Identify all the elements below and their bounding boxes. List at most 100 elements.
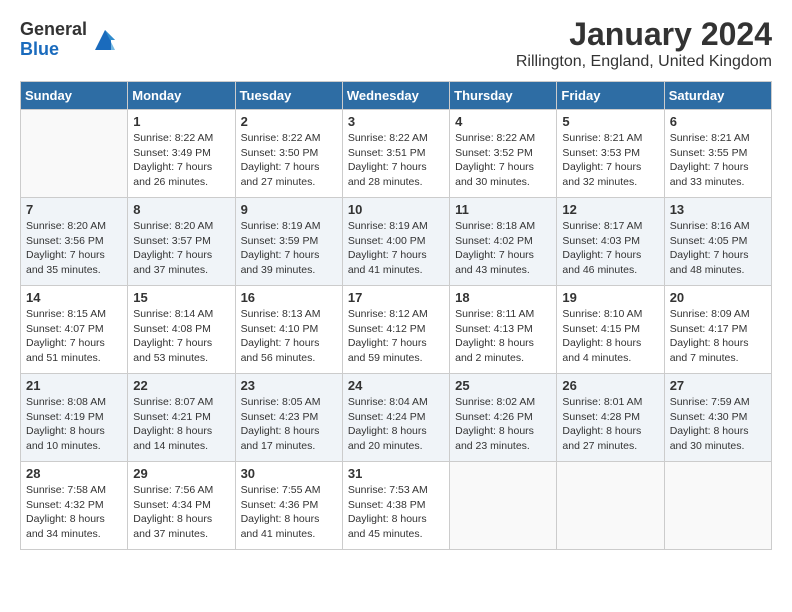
calendar-cell: 16 Sunrise: 8:13 AM Sunset: 4:10 PM Dayli… [235,286,342,374]
calendar-cell: 5Sunrise: 8:21 AM Sunset: 3:53 PM Daylig… [557,110,664,198]
calendar-cell: 31Sunrise: 7:53 AM Sunset: 4:38 PM Dayli… [342,462,449,550]
week-row-1: 1 Sunrise: 8:22 AM Sunset: 3:49 PM Daylig… [21,110,772,198]
week-row-3: 14Sunrise: 8:15 AM Sunset: 4:07 PM Dayli… [21,286,772,374]
calendar-cell: 28Sunrise: 7:58 AM Sunset: 4:32 PM Dayli… [21,462,128,550]
day-number: 7 [26,202,122,217]
day-info: Sunrise: 8:20 AM Sunset: 3:57 PM Dayligh… [133,219,229,278]
calendar-cell: 1 Sunrise: 8:22 AM Sunset: 3:49 PM Daylig… [128,110,235,198]
day-info: Sunrise: 7:53 AM Sunset: 4:38 PM Dayligh… [348,483,444,542]
day-info: Sunrise: 8:21 AM Sunset: 3:55 PM Dayligh… [670,131,766,190]
day-number: 29 [133,466,229,481]
day-info: Sunrise: 8:21 AM Sunset: 3:53 PM Dayligh… [562,131,658,190]
day-info: Sunrise: 7:59 AM Sunset: 4:30 PM Dayligh… [670,395,766,454]
header-wednesday: Wednesday [342,82,449,110]
header-saturday: Saturday [664,82,771,110]
day-number: 1 [133,114,229,129]
day-info: Sunrise: 8:05 AM Sunset: 4:23 PM Dayligh… [241,395,337,454]
title-block: January 2024 Rillington, England, United… [516,16,772,71]
calendar-cell: 22 Sunrise: 8:07 AM Sunset: 4:21 PM Dayli… [128,374,235,462]
day-number: 9 [241,202,337,217]
day-info: Sunrise: 8:15 AM Sunset: 4:07 PM Dayligh… [26,307,122,366]
calendar-cell: 21 Sunrise: 8:08 AM Sunset: 4:19 PM Dayli… [21,374,128,462]
day-number: 23 [241,378,337,393]
header-friday: Friday [557,82,664,110]
calendar-cell: 24 Sunrise: 8:04 AM Sunset: 4:24 PM Dayli… [342,374,449,462]
calendar-cell: 9 Sunrise: 8:19 AM Sunset: 3:59 PM Daylig… [235,198,342,286]
day-number: 24 [348,378,444,393]
day-number: 3 [348,114,444,129]
day-number: 16 [241,290,337,305]
logo-icon [91,26,119,54]
header-tuesday: Tuesday [235,82,342,110]
calendar-cell: 11 Sunrise: 8:18 AM Sunset: 4:02 PM Dayli… [450,198,557,286]
day-number: 8 [133,202,229,217]
day-number: 20 [670,290,766,305]
calendar-cell: 10Sunrise: 8:19 AM Sunset: 4:00 PM Dayli… [342,198,449,286]
calendar-cell: 8 Sunrise: 8:20 AM Sunset: 3:57 PM Daylig… [128,198,235,286]
calendar-cell: 30Sunrise: 7:55 AM Sunset: 4:36 PM Dayli… [235,462,342,550]
calendar-cell: 4Sunrise: 8:22 AM Sunset: 3:52 PM Daylig… [450,110,557,198]
calendar-cell: 6Sunrise: 8:21 AM Sunset: 3:55 PM Daylig… [664,110,771,198]
calendar-cell: 7Sunrise: 8:20 AM Sunset: 3:56 PM Daylig… [21,198,128,286]
day-info: Sunrise: 8:13 AM Sunset: 4:10 PM Dayligh… [241,307,337,366]
day-number: 17 [348,290,444,305]
day-info: Sunrise: 8:12 AM Sunset: 4:12 PM Dayligh… [348,307,444,366]
header-thursday: Thursday [450,82,557,110]
calendar-cell [557,462,664,550]
calendar-cell: 2Sunrise: 8:22 AM Sunset: 3:50 PM Daylig… [235,110,342,198]
logo: General Blue [20,20,119,60]
day-info: Sunrise: 8:18 AM Sunset: 4:02 PM Dayligh… [455,219,551,278]
logo-blue-text: Blue [20,40,87,60]
calendar-cell: 29 Sunrise: 7:56 AM Sunset: 4:34 PM Dayli… [128,462,235,550]
day-info: Sunrise: 8:09 AM Sunset: 4:17 PM Dayligh… [670,307,766,366]
calendar-cell [21,110,128,198]
day-number: 26 [562,378,658,393]
day-info: Sunrise: 7:56 AM Sunset: 4:34 PM Dayligh… [133,483,229,542]
calendar-cell: 20 Sunrise: 8:09 AM Sunset: 4:17 PM Dayli… [664,286,771,374]
day-info: Sunrise: 8:22 AM Sunset: 3:52 PM Dayligh… [455,131,551,190]
calendar-cell: 13 Sunrise: 8:16 AM Sunset: 4:05 PM Dayli… [664,198,771,286]
header-monday: Monday [128,82,235,110]
calendar-subtitle: Rillington, England, United Kingdom [516,53,772,71]
day-info: Sunrise: 8:07 AM Sunset: 4:21 PM Dayligh… [133,395,229,454]
day-info: Sunrise: 8:11 AM Sunset: 4:13 PM Dayligh… [455,307,551,366]
calendar-cell: 25 Sunrise: 8:02 AM Sunset: 4:26 PM Dayli… [450,374,557,462]
day-info: Sunrise: 8:17 AM Sunset: 4:03 PM Dayligh… [562,219,658,278]
day-number: 28 [26,466,122,481]
day-info: Sunrise: 8:02 AM Sunset: 4:26 PM Dayligh… [455,395,551,454]
day-number: 21 [26,378,122,393]
day-number: 11 [455,202,551,217]
calendar-cell: 15 Sunrise: 8:14 AM Sunset: 4:08 PM Dayli… [128,286,235,374]
header-sunday: Sunday [21,82,128,110]
calendar-cell [664,462,771,550]
day-info: Sunrise: 8:22 AM Sunset: 3:49 PM Dayligh… [133,131,229,190]
day-number: 25 [455,378,551,393]
calendar-cell: 12 Sunrise: 8:17 AM Sunset: 4:03 PM Dayli… [557,198,664,286]
day-info: Sunrise: 8:04 AM Sunset: 4:24 PM Dayligh… [348,395,444,454]
calendar-cell: 18Sunrise: 8:11 AM Sunset: 4:13 PM Dayli… [450,286,557,374]
day-info: Sunrise: 8:19 AM Sunset: 3:59 PM Dayligh… [241,219,337,278]
day-number: 2 [241,114,337,129]
calendar-cell: 27 Sunrise: 7:59 AM Sunset: 4:30 PM Dayli… [664,374,771,462]
day-info: Sunrise: 8:14 AM Sunset: 4:08 PM Dayligh… [133,307,229,366]
day-info: Sunrise: 7:55 AM Sunset: 4:36 PM Dayligh… [241,483,337,542]
day-number: 22 [133,378,229,393]
day-number: 27 [670,378,766,393]
day-number: 15 [133,290,229,305]
day-info: Sunrise: 8:16 AM Sunset: 4:05 PM Dayligh… [670,219,766,278]
week-row-2: 7Sunrise: 8:20 AM Sunset: 3:56 PM Daylig… [21,198,772,286]
day-info: Sunrise: 8:08 AM Sunset: 4:19 PM Dayligh… [26,395,122,454]
day-number: 12 [562,202,658,217]
calendar-cell: 14Sunrise: 8:15 AM Sunset: 4:07 PM Dayli… [21,286,128,374]
calendar-cell: 19Sunrise: 8:10 AM Sunset: 4:15 PM Dayli… [557,286,664,374]
page-header: General Blue January 2024 Rillington, En… [20,16,772,71]
day-info: Sunrise: 8:01 AM Sunset: 4:28 PM Dayligh… [562,395,658,454]
day-info: Sunrise: 8:22 AM Sunset: 3:51 PM Dayligh… [348,131,444,190]
week-row-4: 21 Sunrise: 8:08 AM Sunset: 4:19 PM Dayli… [21,374,772,462]
day-number: 19 [562,290,658,305]
day-number: 13 [670,202,766,217]
day-number: 10 [348,202,444,217]
calendar-title: January 2024 [516,16,772,53]
logo-general-text: General [20,20,87,40]
calendar-cell: 23 Sunrise: 8:05 AM Sunset: 4:23 PM Dayli… [235,374,342,462]
